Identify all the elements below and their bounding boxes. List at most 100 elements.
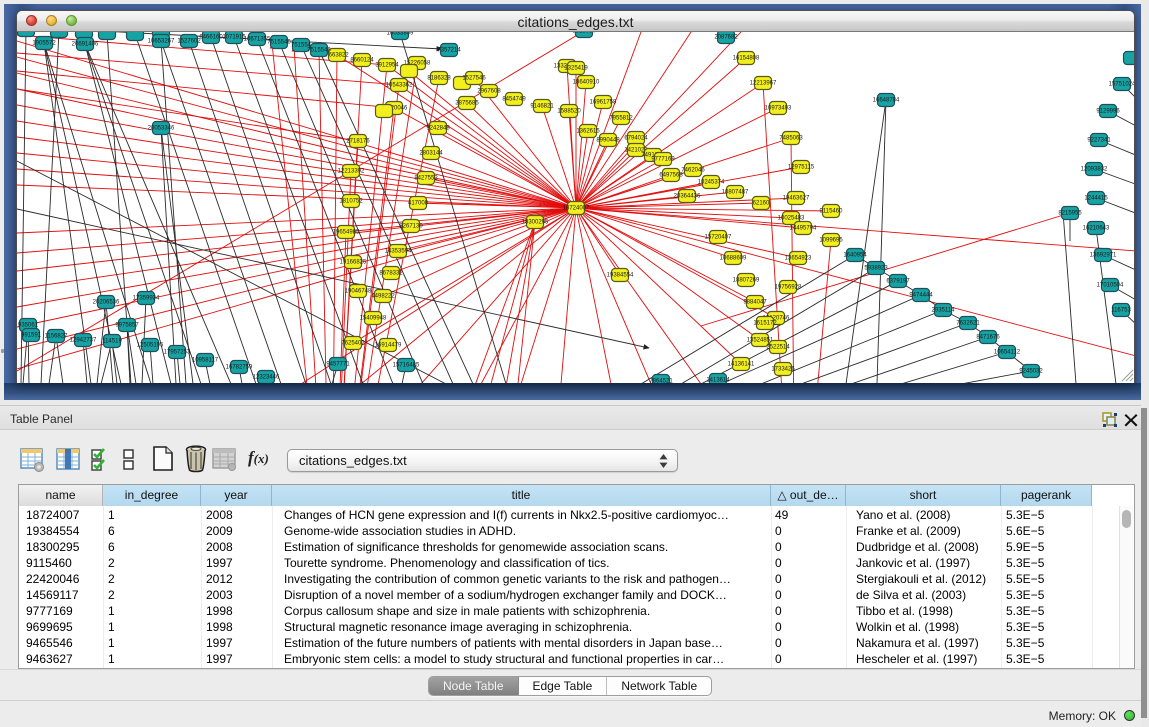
svg-text:19654985: 19654985: [333, 230, 360, 236]
svg-text:10807487: 10807487: [722, 190, 749, 196]
svg-text:6466160: 6466160: [199, 35, 223, 41]
svg-text:7864521: 7864521: [649, 379, 673, 384]
svg-text:1244415: 1244415: [1084, 196, 1108, 202]
svg-text:10245374: 10245374: [698, 180, 725, 186]
svg-text:20691406: 20691406: [72, 42, 99, 48]
svg-text:12213967: 12213967: [750, 81, 777, 87]
svg-text:10654112: 10654112: [994, 350, 1021, 356]
svg-text:12323446: 12323446: [253, 375, 280, 381]
svg-text:2522514: 2522514: [766, 345, 790, 351]
svg-text:20053346: 20053346: [148, 126, 175, 132]
svg-text:20364436: 20364436: [674, 194, 701, 200]
svg-text:1588520: 1588520: [557, 109, 581, 115]
svg-text:417008: 417008: [408, 201, 429, 207]
svg-text:9115460: 9115460: [820, 209, 844, 215]
svg-text:16210643: 16210643: [1083, 226, 1110, 232]
svg-text:8215955: 8215955: [1058, 211, 1082, 217]
svg-text:9242848: 9242848: [426, 126, 450, 132]
svg-text:16154808: 16154808: [733, 56, 760, 62]
svg-text:1156827: 1156827: [45, 334, 69, 340]
svg-text:16914479: 16914479: [375, 343, 402, 349]
svg-text:17359934: 17359934: [133, 296, 160, 302]
svg-text:13654923: 13654923: [785, 256, 812, 262]
svg-text:14495794: 14495794: [790, 226, 817, 232]
svg-text:2803144: 2803144: [419, 151, 443, 157]
svg-text:8267130: 8267130: [399, 224, 423, 230]
svg-text:1905572: 1905572: [32, 41, 56, 47]
svg-text:20206536: 20206536: [93, 300, 120, 306]
svg-text:7515546: 7515546: [267, 40, 291, 46]
svg-text:7632621: 7632621: [956, 321, 980, 327]
svg-text:3875685: 3875685: [455, 101, 479, 107]
svg-text:7955812: 7955812: [609, 116, 633, 122]
svg-text:1413614: 1413614: [706, 378, 730, 384]
svg-text:12942737: 12942737: [70, 338, 97, 344]
svg-text:14136141: 14136141: [728, 362, 755, 368]
svg-text:12093832: 12093832: [1081, 167, 1108, 173]
svg-text:9884047: 9884047: [743, 300, 767, 306]
svg-text:9457771: 9457771: [326, 362, 350, 368]
svg-text:19463627: 19463627: [783, 196, 810, 202]
svg-text:9777169: 9777169: [651, 157, 675, 163]
svg-text:8186328: 8186328: [427, 76, 451, 82]
svg-text:2718176: 2718176: [346, 139, 370, 145]
svg-text:7357214: 7357214: [437, 48, 461, 54]
svg-text:10688609: 10688609: [720, 256, 747, 262]
svg-text:1527602: 1527602: [177, 39, 201, 45]
svg-text:13692971: 13692971: [1090, 253, 1117, 259]
svg-text:114519: 114519: [102, 339, 122, 345]
svg-text:10543362: 10543362: [386, 83, 413, 89]
svg-text:991591: 991591: [21, 333, 42, 339]
svg-text:18724007: 18724007: [563, 206, 590, 212]
svg-text:16648784: 16648784: [873, 98, 900, 104]
svg-text:116753: 116753: [1111, 308, 1131, 314]
svg-text:1099695: 1099695: [819, 238, 843, 244]
svg-text:9975857: 9975857: [115, 323, 139, 329]
svg-text:7625402: 7625402: [341, 341, 365, 347]
svg-text:4498222: 4498222: [371, 294, 395, 300]
svg-text:14353594: 14353594: [385, 249, 412, 255]
svg-text:10973493: 10973493: [765, 106, 792, 112]
svg-text:6497568: 6497568: [659, 173, 683, 179]
svg-text:15751024: 15751024: [1109, 82, 1134, 88]
svg-text:15720407: 15720407: [705, 235, 732, 241]
svg-text:19046748: 19046748: [345, 289, 372, 295]
svg-text:12975115: 12975115: [788, 165, 815, 171]
svg-text:8990448: 8990448: [596, 138, 620, 144]
svg-text:16961758: 16961758: [590, 100, 617, 106]
svg-text:8454749: 8454749: [502, 97, 526, 103]
svg-text:1325419: 1325419: [564, 66, 588, 72]
svg-text:7515546: 7515546: [307, 48, 331, 54]
svg-text:17010504: 17010504: [1097, 283, 1124, 289]
svg-text:6379197: 6379197: [886, 279, 910, 285]
svg-text:16782759: 16782759: [226, 365, 253, 371]
svg-text:2967608: 2967608: [477, 89, 501, 95]
svg-text:7485063: 7485063: [779, 136, 803, 142]
svg-text:9227341: 9227341: [1087, 138, 1111, 144]
svg-text:19756928: 19756928: [775, 285, 802, 291]
svg-text:15409948: 15409948: [360, 316, 387, 322]
svg-text:19166825: 19166825: [340, 260, 367, 266]
svg-text:8471676: 8471676: [976, 335, 1000, 341]
svg-text:10958117: 10958117: [192, 358, 219, 364]
svg-text:17957253: 17957253: [164, 350, 191, 356]
svg-text:19384554: 19384554: [607, 273, 634, 279]
svg-text:15716485: 15716485: [393, 363, 420, 369]
svg-text:2087682: 2087682: [714, 35, 738, 41]
svg-text:8813054: 8813054: [572, 32, 596, 35]
svg-text:18640910: 18640910: [573, 80, 600, 86]
svg-text:18807269: 18807269: [733, 278, 760, 284]
svg-text:1640954: 1640954: [843, 253, 867, 259]
svg-text:5938923: 5938923: [864, 266, 888, 272]
svg-text:9129996: 9129996: [1096, 109, 1120, 115]
svg-text:10025483: 10025483: [778, 216, 805, 222]
svg-text:2935114: 2935114: [932, 308, 956, 314]
svg-text:9474444: 9474444: [909, 293, 933, 299]
svg-text:8678332: 8678332: [379, 271, 403, 277]
svg-text:935061: 935061: [18, 323, 39, 329]
svg-text:10653267: 10653267: [148, 39, 175, 45]
svg-text:12213392: 12213392: [338, 169, 365, 175]
svg-text:9146821: 9146821: [530, 104, 554, 110]
svg-text:62160: 62160: [753, 201, 770, 207]
svg-text:16033809: 16033809: [387, 32, 414, 37]
